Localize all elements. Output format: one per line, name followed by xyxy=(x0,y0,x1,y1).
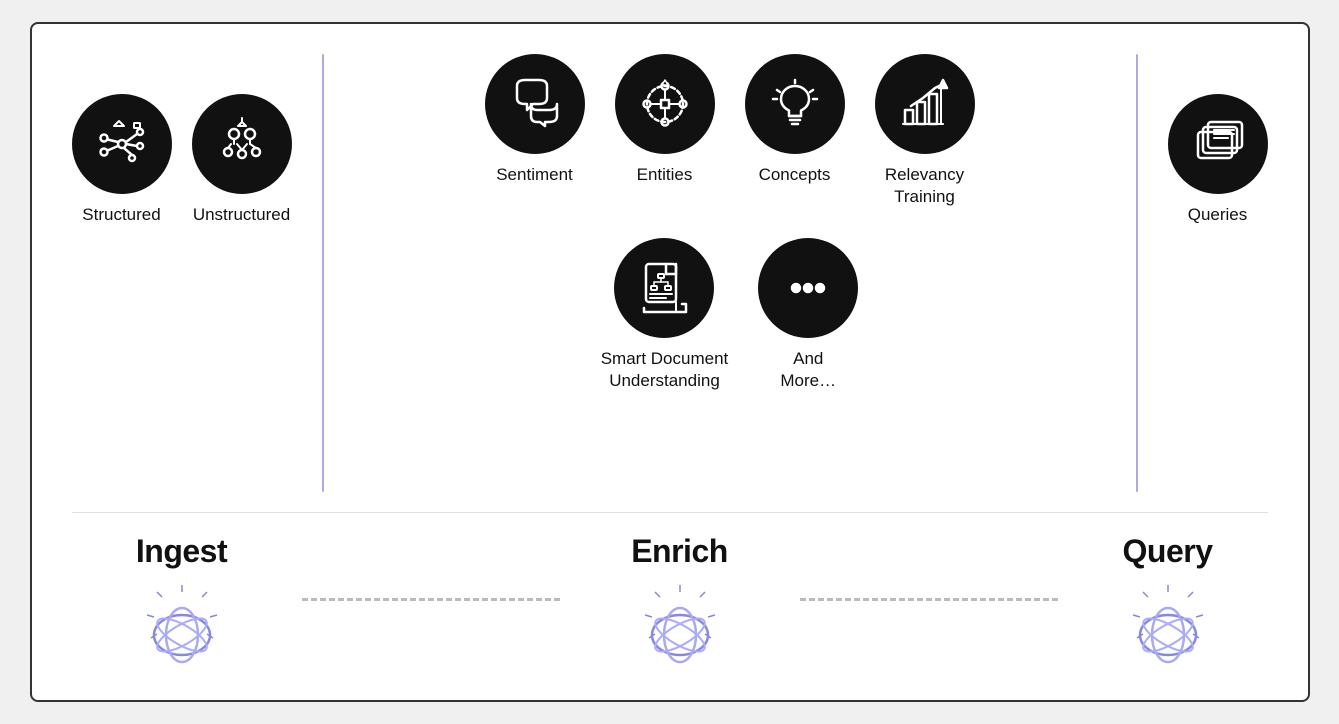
more-icon-circle xyxy=(758,238,858,338)
structured-icon xyxy=(94,116,150,172)
top-section: Structured xyxy=(72,54,1268,502)
more-icon xyxy=(780,260,836,316)
ingest-ibm-logo xyxy=(137,580,227,670)
ingest-column: Structured xyxy=(72,54,312,226)
sentiment-item: Sentiment xyxy=(485,54,585,186)
queries-label: Queries xyxy=(1188,204,1248,226)
ingest-phase: Ingest xyxy=(72,533,292,670)
unstructured-label: Unstructured xyxy=(193,204,290,226)
enrich-phase-label: Enrich xyxy=(631,533,728,570)
concepts-label: Concepts xyxy=(759,164,831,186)
query-ibm-logo xyxy=(1123,580,1213,670)
concepts-item: Concepts xyxy=(745,54,845,186)
dotted-line-2 xyxy=(800,598,1058,601)
enrich-row-1: Sentiment xyxy=(344,54,1116,208)
unstructured-icon-circle xyxy=(192,94,292,194)
sdu-item: Smart DocumentUnderstanding xyxy=(601,238,729,392)
sdu-label: Smart DocumentUnderstanding xyxy=(601,348,729,392)
enrich-column: Sentiment xyxy=(334,54,1126,392)
entities-item: Entities xyxy=(615,54,715,186)
dotted-line-1 xyxy=(302,598,560,601)
sentiment-icon xyxy=(507,76,563,132)
divider-left xyxy=(322,54,324,492)
query-phase: Query xyxy=(1068,533,1268,670)
query-phase-label: Query xyxy=(1123,533,1213,570)
entities-icon-circle xyxy=(615,54,715,154)
enrich-row-2: Smart DocumentUnderstanding AndMore… xyxy=(344,238,1116,392)
enrich-ibm-logo xyxy=(635,580,725,670)
structured-icon-circle xyxy=(72,94,172,194)
sentiment-label: Sentiment xyxy=(496,164,573,186)
queries-icon-circle xyxy=(1168,94,1268,194)
sentiment-icon-circle xyxy=(485,54,585,154)
concepts-icon xyxy=(767,76,823,132)
unstructured-item: Unstructured xyxy=(192,94,292,226)
more-item: AndMore… xyxy=(758,238,858,392)
bottom-section: Ingest xyxy=(72,512,1268,670)
enrich-phase: Enrich xyxy=(570,533,790,670)
divider-right xyxy=(1136,54,1138,492)
structured-item: Structured xyxy=(72,94,172,226)
relevancy-icon xyxy=(897,76,953,132)
query-column: Queries xyxy=(1148,54,1268,226)
relevancy-icon-circle xyxy=(875,54,975,154)
entities-label: Entities xyxy=(637,164,693,186)
queries-icon xyxy=(1190,116,1246,172)
main-card: Structured xyxy=(30,22,1310,702)
ingest-phase-label: Ingest xyxy=(136,533,227,570)
concepts-icon-circle xyxy=(745,54,845,154)
queries-item: Queries xyxy=(1168,94,1268,226)
structured-label: Structured xyxy=(82,204,160,226)
more-label: AndMore… xyxy=(780,348,836,392)
entities-icon xyxy=(637,76,693,132)
relevancy-label: RelevancyTraining xyxy=(885,164,964,208)
sdu-icon xyxy=(636,260,692,316)
relevancy-item: RelevancyTraining xyxy=(875,54,975,208)
unstructured-icon xyxy=(214,116,270,172)
sdu-icon-circle xyxy=(614,238,714,338)
